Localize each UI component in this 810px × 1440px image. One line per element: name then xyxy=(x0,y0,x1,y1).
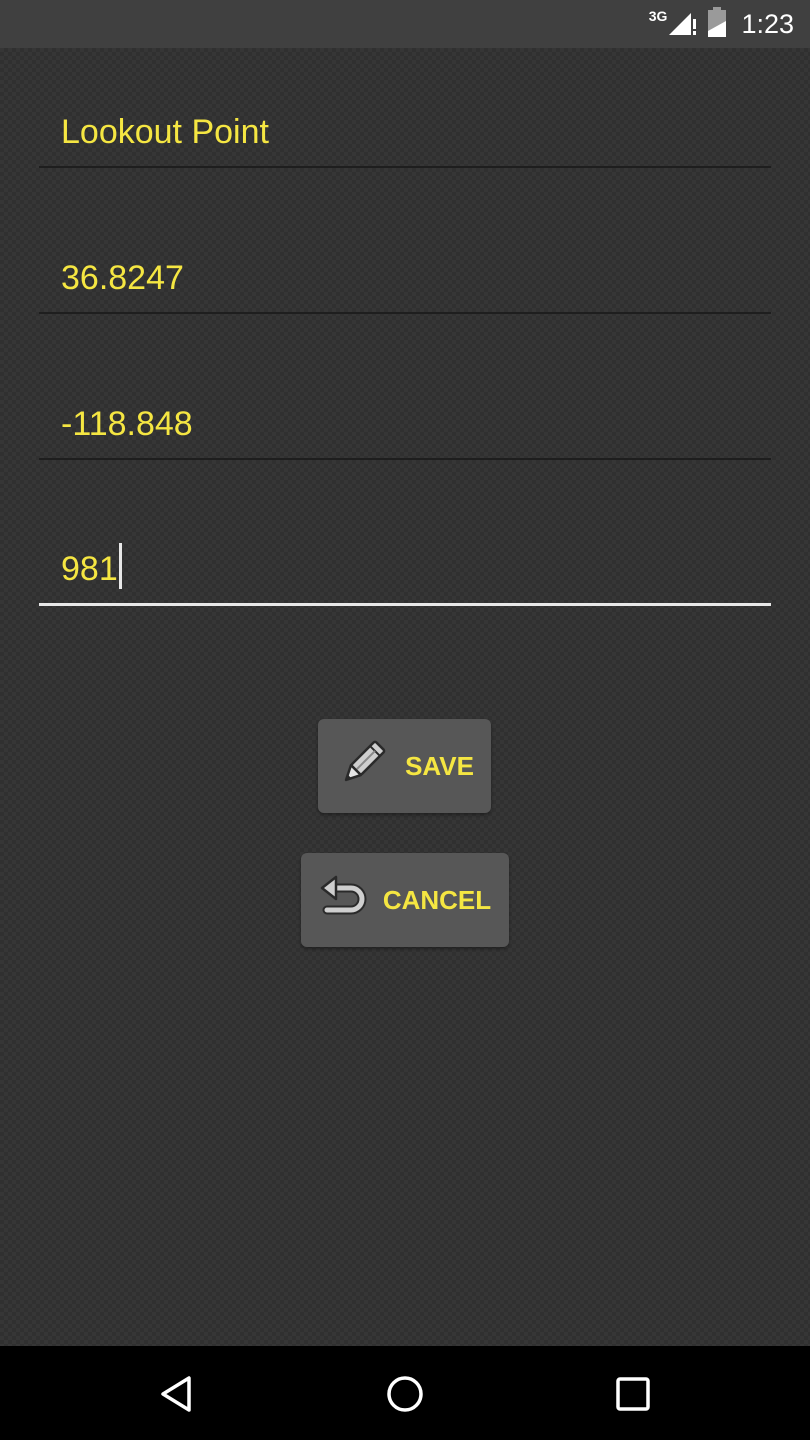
signal-icon xyxy=(667,7,697,42)
home-icon[interactable] xyxy=(381,1370,429,1418)
clock: 1:23 xyxy=(741,8,794,39)
latitude-field[interactable]: 36.8247 xyxy=(39,244,771,314)
elevation-field[interactable]: 981 xyxy=(39,536,771,606)
recents-icon[interactable] xyxy=(609,1370,657,1418)
longitude-field-value: -118.848 xyxy=(61,405,193,443)
text-cursor xyxy=(118,543,122,589)
status-icons: 3G 1:23 xyxy=(649,0,794,48)
save-button-label: SAVE xyxy=(405,750,474,781)
network-type-label: 3G xyxy=(648,8,668,24)
battery-icon xyxy=(707,6,727,42)
elevation-field-value-wrap: 981 xyxy=(61,543,122,589)
back-icon[interactable] xyxy=(153,1370,201,1418)
undo-icon xyxy=(319,874,369,927)
name-field[interactable]: Lookout Point xyxy=(39,98,771,168)
cancel-button-label: CANCEL xyxy=(382,884,492,915)
elevation-field-value: 981 xyxy=(61,550,118,588)
cancel-button[interactable]: CANCEL xyxy=(301,853,509,947)
navigation-bar xyxy=(0,1346,810,1440)
save-button[interactable]: SAVE xyxy=(318,719,491,813)
pencil-icon xyxy=(335,735,391,798)
latitude-field-value: 36.8247 xyxy=(61,259,184,297)
status-bar: 3G 1:23 xyxy=(0,0,810,48)
longitude-field[interactable]: -118.848 xyxy=(39,390,771,460)
name-field-value: Lookout Point xyxy=(61,113,269,151)
